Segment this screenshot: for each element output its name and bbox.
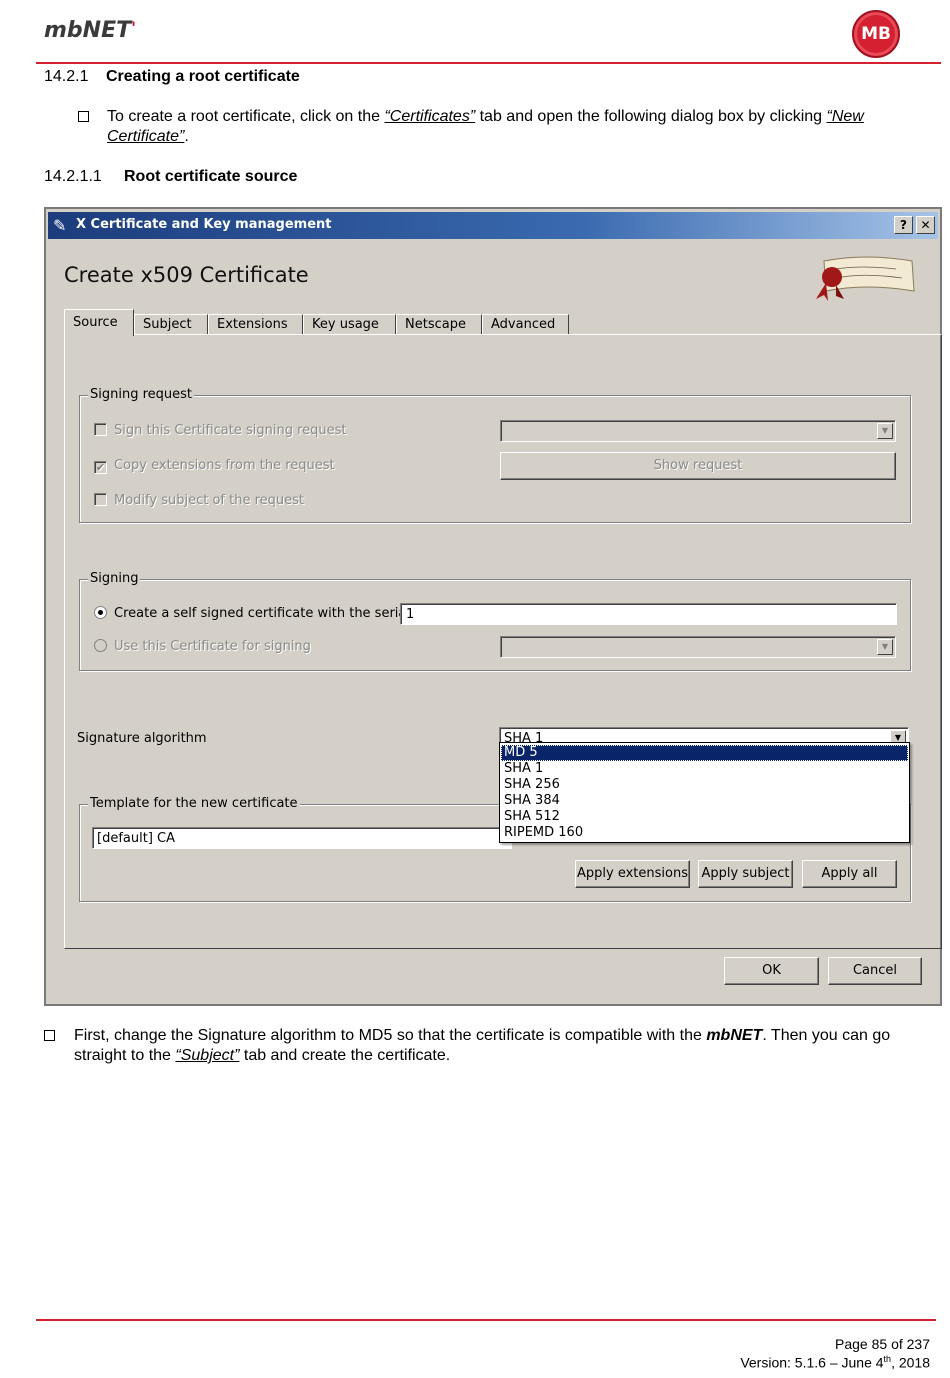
checkbox-bullet-icon	[78, 111, 89, 122]
checkbox-checked-icon: ✔	[94, 461, 107, 474]
key-icon: ✎	[53, 216, 67, 235]
dialog-heading: Create x509 Certificate	[64, 263, 309, 287]
mbnet-logo: mbNET'	[44, 18, 137, 43]
dialog-titlebar: ✎ X Certificate and Key management ? ✕	[48, 212, 938, 239]
serial-input[interactable]: 1	[400, 603, 897, 625]
signing-group: Signing Create a self signed certificate…	[79, 571, 911, 671]
signing-request-legend: Signing request	[88, 387, 195, 402]
radio-icon	[94, 639, 107, 652]
radio-selected-icon	[94, 606, 107, 619]
tab-extensions[interactable]: Extensions	[208, 314, 303, 334]
self-signed-radio[interactable]: Create a self signed certificate with th…	[94, 606, 410, 621]
signing-request-group: Signing request Sign this Certificate si…	[79, 387, 911, 523]
certificate-seal-icon	[816, 256, 915, 301]
certificates-link[interactable]: “Certificates”	[384, 108, 475, 125]
chevron-down-icon: ▼	[877, 639, 893, 655]
option-sha256[interactable]: SHA 256	[501, 777, 908, 793]
chevron-down-icon: ▼	[877, 423, 893, 439]
subsection-number: 14.2.1.1	[44, 168, 102, 185]
logo-mark: '	[131, 18, 137, 37]
tab-source[interactable]: Source	[64, 309, 134, 336]
mb-badge-logo: MB	[852, 10, 900, 58]
source-tab-panel: Signing request Sign this Certificate si…	[64, 334, 942, 949]
dialog-title: X Certificate and Key management	[76, 217, 332, 232]
sign-csr-checkbox[interactable]: Sign this Certificate signing request	[94, 423, 347, 438]
certificate-dialog: ✎ X Certificate and Key management ? ✕ C…	[44, 207, 942, 1006]
use-certificate-radio[interactable]: Use this Certificate for signing	[94, 639, 311, 654]
template-legend: Template for the new certificate	[88, 796, 300, 811]
cancel-button[interactable]: Cancel	[828, 957, 922, 985]
tab-advanced[interactable]: Advanced	[482, 314, 569, 334]
signing-legend: Signing	[88, 571, 141, 586]
signature-algorithm-dropdown: MD 5 SHA 1 SHA 256 SHA 384 SHA 512 RIPEM…	[499, 742, 910, 843]
page-number: Page 85 of 237	[835, 1336, 930, 1352]
signature-algorithm-label: Signature algorithm	[77, 731, 207, 746]
template-select[interactable]: [default] CA	[92, 827, 512, 849]
close-button[interactable]: ✕	[916, 216, 935, 234]
signing-certificate-select[interactable]: ▼	[500, 636, 896, 658]
instruction-text: First, change the Signature algorithm to…	[74, 1027, 891, 1064]
tab-subject[interactable]: Subject	[134, 314, 208, 334]
header-rule	[36, 62, 941, 64]
checkbox-icon	[94, 423, 107, 436]
subsection-title: Root certificate source	[124, 168, 298, 185]
option-sha1[interactable]: SHA 1	[501, 761, 908, 777]
show-request-button[interactable]: Show request	[500, 452, 896, 480]
option-md5[interactable]: MD 5	[501, 745, 908, 761]
product-name: mbNET	[706, 1027, 763, 1044]
signing-request-select[interactable]: ▼	[500, 420, 896, 442]
checkbox-bullet-icon	[44, 1030, 55, 1041]
tab-key-usage[interactable]: Key usage	[303, 314, 396, 334]
apply-extensions-button[interactable]: Apply extensions	[575, 860, 690, 888]
subject-link[interactable]: “Subject”	[175, 1047, 239, 1064]
ok-button[interactable]: OK	[724, 957, 819, 985]
footer-rule	[36, 1319, 936, 1321]
option-ripemd160[interactable]: RIPEMD 160	[501, 825, 908, 841]
version-info: Version: 5.1.6 – June 4th, 2018	[740, 1354, 930, 1371]
option-sha512[interactable]: SHA 512	[501, 809, 908, 825]
copy-extensions-checkbox[interactable]: ✔ Copy extensions from the request	[94, 458, 335, 474]
checkbox-icon	[94, 493, 107, 506]
section-title: Creating a root certificate	[106, 68, 300, 85]
apply-all-button[interactable]: Apply all	[802, 860, 897, 888]
modify-subject-checkbox[interactable]: Modify subject of the request	[94, 493, 304, 508]
apply-subject-button[interactable]: Apply subject	[698, 860, 793, 888]
intro-text: To create a root certificate, click on t…	[107, 108, 864, 145]
section-heading: 14.2.1 Creating a root certificate	[44, 68, 300, 86]
section-number: 14.2.1	[44, 68, 89, 85]
subsection-heading: 14.2.1.1 Root certificate source	[44, 168, 297, 186]
tab-netscape[interactable]: Netscape	[396, 314, 482, 334]
option-sha384[interactable]: SHA 384	[501, 793, 908, 809]
help-button[interactable]: ?	[894, 216, 913, 234]
